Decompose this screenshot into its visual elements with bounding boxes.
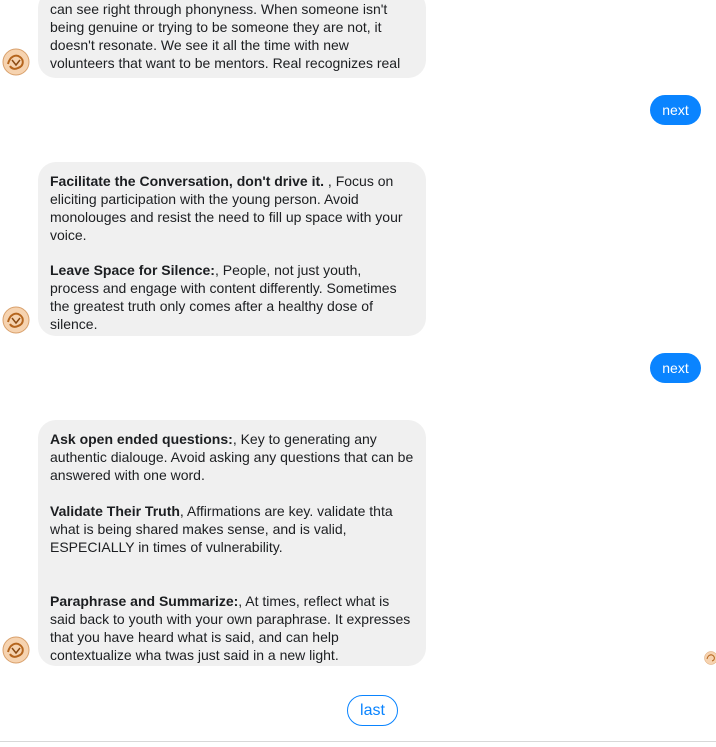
message-paragraph: Paraphrase and Summarize:, At times, ref… xyxy=(50,592,414,664)
bot-avatar-icon xyxy=(2,48,30,76)
bot-avatar-icon xyxy=(2,636,30,664)
message-paragraph: Leave Space for Silence:, People, not ju… xyxy=(50,261,414,333)
paragraph-heading: Validate Their Truth xyxy=(50,503,180,519)
bot-message-3: Ask open ended questions:, Key to genera… xyxy=(38,420,426,666)
paragraph-heading: Paraphrase and Summarize: xyxy=(50,593,239,609)
user-reply-next: next xyxy=(650,95,701,125)
bot-avatar-icon xyxy=(2,306,30,334)
message-paragraph: Validate Their Truth, Affirmations are k… xyxy=(50,502,414,556)
reply-label: next xyxy=(662,102,689,118)
quick-reply-label: last xyxy=(360,702,385,719)
paragraph-heading: Facilitate the Conversation, don't drive… xyxy=(50,173,325,189)
user-reply-next: next xyxy=(650,353,701,383)
quick-reply-last-button[interactable]: last xyxy=(347,695,398,726)
paragraph-heading: Ask open ended questions: xyxy=(50,431,233,447)
paragraph-heading: Leave Space for Silence: xyxy=(50,262,215,278)
message-paragraph: Ask open ended questions:, Key to genera… xyxy=(50,430,414,484)
bot-message-1: can see right through phonyness. When so… xyxy=(38,0,426,78)
reply-label: next xyxy=(662,360,689,376)
composer-divider xyxy=(0,741,716,742)
message-paragraph: Facilitate the Conversation, don't drive… xyxy=(50,172,414,244)
bot-message-2: Facilitate the Conversation, don't drive… xyxy=(38,162,426,336)
read-receipt-avatar-icon xyxy=(704,651,716,665)
message-text: can see right through phonyness. When so… xyxy=(50,1,401,71)
